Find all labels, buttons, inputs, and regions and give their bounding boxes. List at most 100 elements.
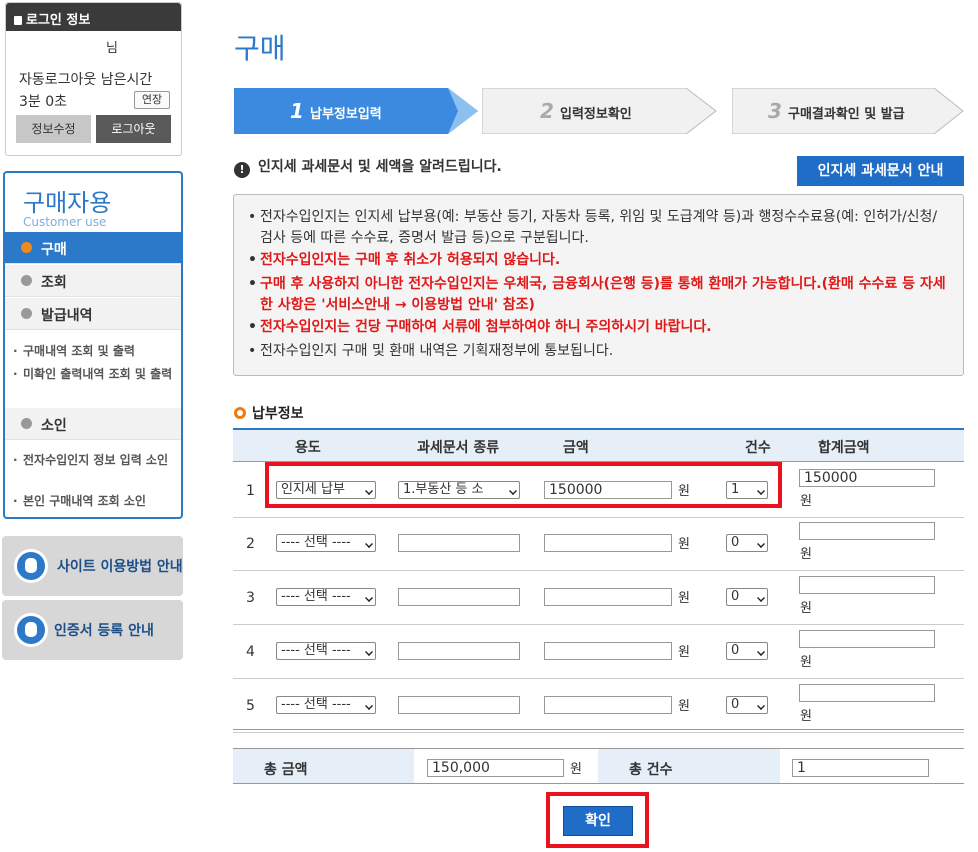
row-index: 3 (246, 590, 255, 606)
confirm-button[interactable]: 확인 (563, 806, 633, 836)
sidebar-item-issue-history[interactable]: 발급내역 (5, 298, 181, 330)
total-count-label: 총 건수 (629, 762, 673, 778)
count-select[interactable]: 0 (726, 642, 768, 660)
won-unit: 원 (800, 601, 812, 616)
chevron-right-icon (21, 418, 32, 429)
count-select[interactable]: 0 (726, 534, 768, 552)
chevron-right-icon (21, 308, 32, 319)
step-number: 1 (290, 99, 304, 123)
column-header: 합계금액 (818, 440, 870, 456)
logout-button[interactable]: 로그아웃 (96, 115, 171, 143)
won-unit: 원 (678, 537, 690, 552)
doc-type-field[interactable] (398, 696, 520, 714)
won-unit: 원 (678, 645, 690, 660)
notice-box: • 전자수입인지는 인지세 납부용(예: 부동산 등기, 자동차 등록, 위임 및… (233, 194, 964, 376)
step-label: 입력정보확인 (560, 107, 632, 122)
notice-item: • 전자수입인지는 건당 구매하여 서류에 첨부하여야 하니 주의하시기 바랍니다… (248, 319, 712, 335)
chevron-down-icon (757, 540, 765, 548)
row-index: 1 (246, 483, 255, 499)
doc-type-field[interactable] (398, 534, 520, 552)
sidebar-title: 구매자용 (23, 189, 112, 217)
sidebar-subtitle: Customer use (23, 215, 107, 229)
chevron-down-icon (757, 648, 765, 656)
site-guide-button[interactable]: 사이트 이용방법 안내 (2, 536, 183, 596)
notice-item: • 구매 후 사용하지 아니한 전자수입인지는 우체국, 금융회사(은행 등)를 … (248, 276, 946, 313)
speech-bubble-icon: ! (234, 162, 250, 178)
total-count-field: 1 (792, 759, 929, 777)
login-info-header: 로그인 정보 (6, 3, 181, 31)
sidebar-menu: 구매자용 Customer use 구매 조회 발급내역 · 구매내역 조회 및 … (3, 171, 183, 519)
payment-section-title: 납부정보 (234, 403, 304, 423)
won-unit: 원 (800, 655, 812, 670)
row-total-field (799, 576, 935, 594)
table-row: 2 ---- 선택 ---- 원 0 원 (233, 517, 964, 571)
doc-type-field[interactable] (398, 588, 520, 606)
row-total-field (799, 522, 935, 540)
usage-select[interactable]: ---- 선택 ---- (276, 534, 376, 552)
chevron-down-icon (365, 702, 373, 710)
step-3: 3 구매결과확인 및 발급 (732, 88, 964, 134)
circle-bullet-icon (234, 407, 246, 419)
amount-input[interactable] (544, 534, 672, 552)
cert-guide-button[interactable]: 인증서 등록 안내 (2, 600, 183, 660)
chevron-right-icon (21, 275, 32, 286)
step-label: 구매결과확인 및 발급 (788, 107, 905, 122)
step-number: 3 (768, 99, 782, 123)
amount-input[interactable] (544, 696, 672, 714)
usage-select[interactable]: ---- 선택 ---- (276, 588, 376, 606)
total-amount-label: 총 금액 (264, 762, 308, 778)
usage-select[interactable]: ---- 선택 ---- (276, 642, 376, 660)
sidebar-item-lawsuit[interactable]: 소인 (5, 408, 181, 440)
step-2: 2 입력정보확인 (482, 88, 718, 134)
count-select[interactable]: 0 (726, 588, 768, 606)
chevron-down-icon (365, 648, 373, 656)
chevron-down-icon (365, 540, 373, 548)
column-header: 과세문서 종류 (417, 440, 500, 456)
cert-guide-label: 인증서 등록 안내 (54, 623, 154, 639)
lock-icon (14, 16, 22, 25)
table-row: 3 ---- 선택 ---- 원 0 원 (233, 571, 964, 625)
chevron-right-icon (21, 242, 32, 253)
login-info-title: 로그인 정보 (26, 13, 91, 28)
totals-bar: 총 금액 150,000 원 총 건수 1 (233, 748, 964, 784)
sidebar-subitem-purchase-history[interactable]: · 구매내역 조회 및 출력 (13, 343, 173, 360)
auto-logout-label: 자동로그아웃 남은시간 (19, 72, 153, 88)
usage-select[interactable]: ---- 선택 ---- (276, 696, 376, 714)
table-row: 5 ---- 선택 ---- 원 0 원 (233, 679, 964, 733)
total-amount-field: 150,000 (427, 759, 564, 777)
amount-input[interactable] (544, 588, 672, 606)
notice-title: ! 인지세 과세문서 및 세액을 알려드립니다. (234, 156, 502, 178)
column-header: 금액 (563, 440, 589, 456)
won-unit: 원 (678, 591, 690, 606)
doc-type-field[interactable] (398, 642, 520, 660)
won-unit: 원 (800, 709, 812, 724)
sidebar-item-purchase[interactable]: 구매 (5, 232, 181, 264)
won-unit: 원 (800, 494, 812, 509)
site-guide-label: 사이트 이용방법 안내 (57, 559, 183, 575)
notice-item: • 전자수입인지는 인지세 납부용(예: 부동산 등기, 자동차 등록, 위임 및… (248, 209, 938, 246)
sidebar-subitem-unconfirmed[interactable]: · 미확인 출력내역 조회 및 출력 (13, 366, 173, 383)
extend-session-button[interactable]: 연장 (134, 91, 170, 109)
chevron-down-icon (365, 594, 373, 602)
login-info-panel: 로그인 정보 님 자동로그아웃 남은시간 3분 0초 연장 정보수정 로그아웃 (5, 2, 182, 156)
sidebar-item-label: 조회 (41, 275, 67, 291)
page-title: 구매 (234, 32, 286, 65)
edit-info-button[interactable]: 정보수정 (16, 115, 91, 143)
count-select[interactable]: 0 (726, 696, 768, 714)
highlight-box-confirm: 확인 (546, 792, 649, 848)
table-row: 4 ---- 선택 ---- 원 0 원 (233, 625, 964, 679)
column-header: 용도 (295, 440, 321, 456)
highlight-box-row1 (265, 462, 782, 508)
sidebar-item-inquiry[interactable]: 조회 (5, 265, 181, 297)
lock-icon (14, 613, 48, 647)
row-index: 2 (246, 536, 255, 552)
amount-input[interactable] (544, 642, 672, 660)
tax-document-guide-button[interactable]: 인지세 과세문서 안내 (797, 156, 964, 186)
column-header: 건수 (745, 440, 771, 456)
chevron-down-icon (757, 702, 765, 710)
sidebar-subitem-my-purchase[interactable]: · 본인 구매내역 조회 소인 (13, 493, 183, 510)
step-label: 납부정보입력 (310, 107, 382, 122)
sidebar-subitem-stamp-info[interactable]: · 전자수입인지 정보 입력 소인 (13, 452, 173, 469)
row-index: 4 (246, 644, 255, 660)
sidebar-item-label: 발급내역 (41, 308, 93, 324)
